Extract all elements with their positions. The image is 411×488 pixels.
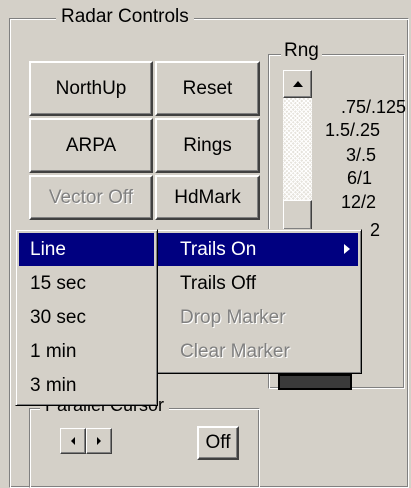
- trails-off-label: Trails Off: [180, 272, 257, 294]
- reset-button[interactable]: Reset: [155, 61, 260, 116]
- trails-menu: Trails On Trails Off Drop Marker Clear M…: [152, 229, 362, 374]
- arpa-button[interactable]: ARPA: [29, 118, 153, 173]
- cursor-left-button[interactable]: [60, 428, 86, 454]
- drop-marker-label: Drop Marker: [180, 306, 286, 328]
- scroll-up-arrow-icon: [292, 81, 303, 87]
- submenu-arrow-icon: [344, 244, 350, 254]
- arpa-label: ARPA: [65, 134, 117, 156]
- cursor-off-button[interactable]: Off: [197, 426, 239, 460]
- range-label-0: .75/.125: [340, 97, 406, 117]
- menu-item-1-min[interactable]: 1 min: [19, 335, 154, 368]
- menu-item-15-sec[interactable]: 15 sec: [19, 267, 154, 300]
- menu-item-line[interactable]: Line: [19, 233, 154, 266]
- 3-min-label: 3 min: [30, 374, 77, 396]
- menu-item-trails-on[interactable]: Trails On: [156, 233, 358, 266]
- range-scroll-up-button[interactable]: [283, 70, 312, 98]
- duration-submenu: Line 15 sec 30 sec 1 min 3 min: [15, 229, 158, 406]
- vector-off-label: Vector Off: [48, 186, 134, 208]
- trails-on-label: Trails On: [180, 238, 257, 260]
- north-up-label: NorthUp: [55, 77, 127, 99]
- cursor-spinner: [60, 428, 112, 454]
- left-arrow-icon: [71, 437, 75, 445]
- menu-item-3-min[interactable]: 3 min: [19, 369, 154, 402]
- radar-controls-title: Radar Controls: [56, 6, 194, 28]
- menu-item-trails-off[interactable]: Trails Off: [156, 267, 358, 300]
- line-label: Line: [30, 238, 66, 260]
- range-title: Rng: [281, 40, 322, 62]
- cursor-off-label: Off: [205, 432, 231, 453]
- range-indicator: [278, 374, 352, 390]
- clear-marker-label: Clear Marker: [180, 340, 290, 362]
- menu-item-clear-marker[interactable]: Clear Marker: [156, 335, 358, 368]
- hd-mark-button[interactable]: HdMark: [155, 175, 260, 220]
- range-label-2: 3/.5: [345, 145, 376, 165]
- hd-mark-label: HdMark: [174, 186, 241, 208]
- cursor-right-button[interactable]: [86, 428, 112, 454]
- north-up-button[interactable]: NorthUp: [29, 61, 153, 116]
- rings-button[interactable]: Rings: [155, 118, 260, 173]
- right-arrow-icon: [97, 437, 101, 445]
- range-label-4: 12/2: [340, 192, 376, 212]
- 1-min-label: 1 min: [30, 340, 77, 362]
- 15-sec-label: 15 sec: [30, 272, 86, 294]
- range-label-1: 1.5/.25: [324, 120, 380, 140]
- reset-label: Reset: [182, 77, 233, 99]
- 30-sec-label: 30 sec: [30, 306, 86, 328]
- vector-off-button[interactable]: Vector Off: [29, 175, 153, 220]
- rings-label: Rings: [183, 134, 232, 156]
- range-label-3: 6/1: [346, 168, 372, 188]
- menu-item-drop-marker[interactable]: Drop Marker: [156, 301, 358, 334]
- menu-item-30-sec[interactable]: 30 sec: [19, 301, 154, 334]
